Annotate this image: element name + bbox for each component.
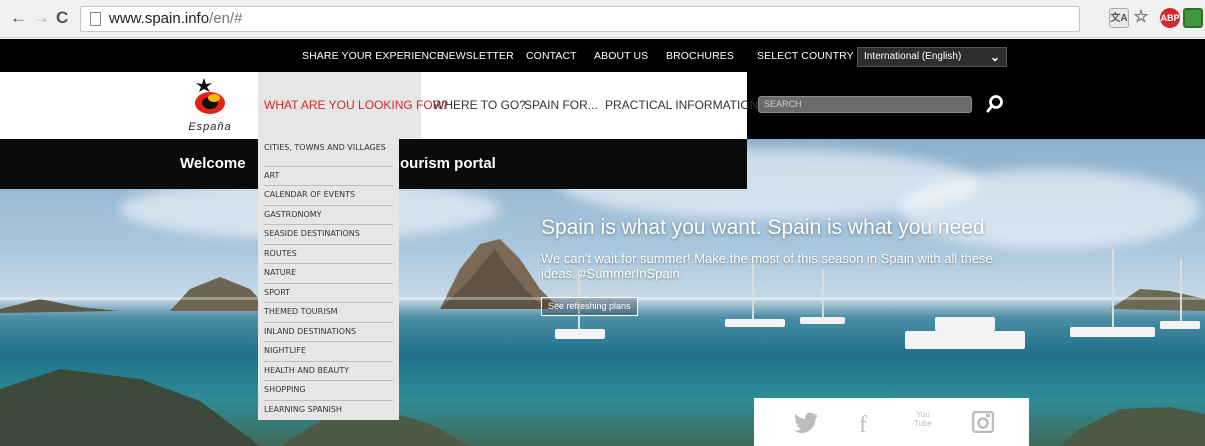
url-path: /en/#	[209, 10, 243, 27]
boat	[1070, 327, 1155, 337]
divider	[264, 244, 393, 245]
facebook-icon[interactable]: f	[859, 413, 867, 437]
site: SHARE YOUR EXPERIENCE NEWSLETTER CONTACT…	[0, 39, 1205, 446]
nav-where-to-go[interactable]: WHERE TO GO?	[433, 98, 526, 112]
what-looking-for-dropdown: Cities, towns and villages Art Calendar …	[258, 139, 399, 420]
brochures-link[interactable]: BROCHURES	[666, 50, 734, 62]
divider	[264, 361, 393, 362]
divider	[264, 205, 393, 206]
dropdown-item-themed-tourism[interactable]: Themed tourism	[264, 307, 393, 317]
divider	[264, 283, 393, 284]
boat	[725, 319, 785, 327]
browser-toolbar: ← → C www.spain.info/en/# 文A ☆ ABP	[0, 0, 1205, 38]
search-input[interactable]: SEARCH	[758, 96, 972, 113]
forward-button[interactable]: →	[33, 9, 50, 27]
nav-panel: España WHAT ARE YOU LOOKING FOR? WHERE T…	[0, 72, 758, 139]
espana-logo[interactable]: España	[170, 76, 250, 134]
contact-link[interactable]: CONTACT	[526, 50, 577, 62]
adblock-icon[interactable]: ABP	[1160, 8, 1180, 28]
dropdown-item-gastronomy[interactable]: Gastronomy	[264, 210, 393, 220]
nav-what-looking-for[interactable]: WHAT ARE YOU LOOKING FOR?	[264, 98, 448, 112]
newsletter-link[interactable]: NEWSLETTER	[441, 50, 514, 62]
nav-spain-for[interactable]: SPAIN FOR...	[524, 98, 598, 112]
about-us-link[interactable]: ABOUT US	[594, 50, 648, 62]
boat	[800, 317, 845, 324]
url-text[interactable]: www.spain.info/en/#	[109, 10, 242, 27]
dropdown-item-inland[interactable]: Inland destinations	[264, 327, 393, 337]
divider	[264, 263, 393, 264]
dropdown-item-cities[interactable]: Cities, towns and villages	[264, 143, 393, 153]
nav-practical-information[interactable]: PRACTICAL INFORMATION	[605, 98, 758, 112]
country-select[interactable]: International (English) ⌄	[857, 47, 1007, 67]
back-button[interactable]: ←	[10, 9, 27, 27]
hero-subtitle: We can't wait for summer! Make the most …	[541, 251, 993, 281]
yacht-cabin	[935, 317, 995, 331]
dropdown-item-art[interactable]: Art	[264, 171, 393, 181]
divider	[264, 224, 393, 225]
twitter-icon[interactable]	[794, 412, 820, 434]
social-links-box: f You Tube	[754, 398, 1029, 446]
search-placeholder: SEARCH	[764, 99, 802, 109]
dropdown-item-health-beauty[interactable]: Health and beauty	[264, 366, 393, 376]
dropdown-item-seaside[interactable]: Seaside destinations	[264, 229, 393, 239]
dropdown-item-learning-spanish[interactable]: Learning Spanish	[264, 405, 393, 415]
dropdown-item-sport[interactable]: Sport	[264, 288, 393, 298]
divider	[264, 380, 393, 381]
shield-extension-icon[interactable]	[1183, 8, 1203, 28]
divider	[264, 400, 393, 401]
dropdown-item-routes[interactable]: Routes	[264, 249, 393, 259]
youtube-icon[interactable]: You Tube	[914, 410, 932, 428]
chevron-down-icon: ⌄	[989, 50, 1000, 64]
hero-title: Spain is what you want. Spain is what yo…	[541, 216, 985, 239]
boat	[555, 329, 605, 339]
dropdown-item-shopping[interactable]: Shopping	[264, 385, 393, 395]
welcome-text-left: Welcome	[180, 155, 246, 172]
reload-button[interactable]: C	[56, 9, 68, 27]
divider	[264, 185, 393, 186]
url-domain: www.spain.info	[109, 10, 210, 27]
dropdown-item-calendar[interactable]: Calendar of events	[264, 190, 393, 200]
address-bar[interactable]: www.spain.info/en/#	[80, 6, 1080, 32]
yacht	[905, 331, 1025, 349]
bookmark-star-icon[interactable]: ☆	[1131, 8, 1151, 28]
divider	[264, 302, 393, 303]
dropdown-item-nature[interactable]: Nature	[264, 268, 393, 278]
logo-text: España	[188, 121, 231, 133]
translate-icon[interactable]: 文A	[1109, 8, 1129, 28]
share-experience-link[interactable]: SHARE YOUR EXPERIENCE	[302, 50, 444, 62]
boat	[1160, 321, 1200, 329]
country-select-value: International (English)	[864, 51, 962, 62]
page-icon	[90, 12, 101, 26]
search-icon[interactable]	[985, 94, 1005, 114]
select-country-label: SELECT COUNTRY	[757, 50, 854, 62]
divider	[264, 322, 393, 323]
top-links-bar: SHARE YOUR EXPERIENCE NEWSLETTER CONTACT…	[0, 39, 1205, 72]
main-navigation: España WHAT ARE YOU LOOKING FOR? WHERE T…	[0, 72, 1205, 139]
divider	[264, 341, 393, 342]
boat-mast	[1112, 249, 1114, 327]
see-refreshing-plans-button[interactable]: See refreshing plans	[541, 297, 638, 316]
divider	[264, 166, 393, 167]
instagram-icon[interactable]	[972, 411, 994, 433]
dropdown-item-nightlife[interactable]: Nightlife	[264, 346, 393, 356]
welcome-text-right: ourism portal	[400, 155, 496, 172]
boat-mast	[1180, 259, 1182, 321]
